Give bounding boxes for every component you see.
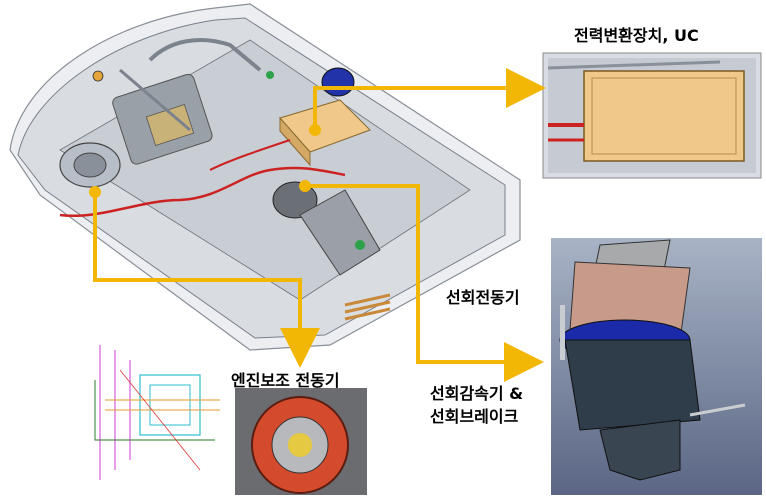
engine-assist-photo [235, 388, 367, 495]
upper-frame-assembly [9, 3, 521, 351]
engine-assist-motor-label: 엔진보조 전동기 [231, 371, 340, 390]
swing-reducer-label-line1: 선회감속기 & [430, 384, 524, 403]
uc-marker-dot [309, 124, 321, 136]
uc-label: 전력변환장치, UC [574, 26, 699, 45]
swing-reducer-label-line2: 선회브레이크 [430, 407, 519, 426]
engine-marker-dot [89, 186, 101, 198]
swing-motor-label: 선회전동기 [446, 288, 520, 307]
uc-detail-image [542, 52, 762, 179]
engine-assist-drawing [85, 340, 225, 495]
diagram-canvas: 전력변환장치, UC 선회전동기 엔진보조 전동기 선회감속기 & 선회브레이크 [0, 0, 766, 501]
diagram-graphics [9, 3, 762, 495]
swing-motor-image [551, 238, 762, 495]
swing-marker-dot [299, 180, 311, 192]
